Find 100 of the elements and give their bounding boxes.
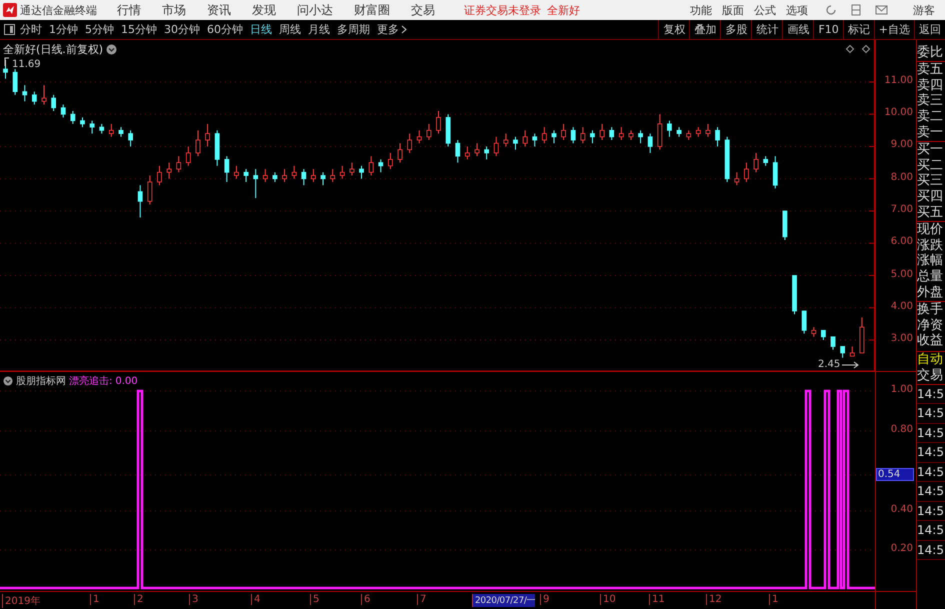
quote-label: 涨跌 <box>917 238 944 254</box>
candle <box>830 336 836 350</box>
period-tab[interactable]: 5分钟 <box>85 22 114 37</box>
mode-label[interactable]: 自动 <box>917 351 945 368</box>
quote-label: 换手 <box>917 302 944 318</box>
refresh-icon[interactable] <box>825 4 837 16</box>
candle <box>224 156 230 182</box>
trade-time: 14:5 <box>917 502 945 522</box>
trade-time: 14:5 <box>917 424 945 444</box>
quote-label: 卖一 <box>917 124 945 142</box>
candle <box>542 126 547 144</box>
indicator-axis-label: 0.40 <box>890 504 913 515</box>
menu-item[interactable]: 版面 <box>722 2 744 18</box>
candle <box>503 133 508 147</box>
candle <box>600 123 604 141</box>
dropdown-icon[interactable] <box>106 44 118 55</box>
candle <box>90 120 94 134</box>
period-tab[interactable]: 分时 <box>20 22 42 37</box>
candle <box>772 156 778 189</box>
trade-time: 14:5 <box>917 404 945 424</box>
quote-label: 净资 <box>917 318 944 334</box>
candle <box>513 136 518 150</box>
date-axis-label: 1 <box>90 594 100 605</box>
candle <box>51 94 56 112</box>
period-tab[interactable]: 60分钟 <box>207 22 243 37</box>
candle <box>407 133 412 154</box>
menu-item[interactable]: 发现 <box>252 2 276 18</box>
login-status: 证券交易未登录 <box>464 2 541 18</box>
candle <box>754 152 758 173</box>
mail-icon[interactable] <box>875 5 888 15</box>
price-axis-label: 10.00 <box>884 107 913 118</box>
candle <box>205 123 210 147</box>
candle <box>138 184 143 218</box>
candle <box>532 133 538 147</box>
candle <box>80 116 85 128</box>
candle <box>388 152 393 170</box>
date-axis-label: 6 <box>361 594 370 605</box>
menu-item[interactable]: 市场 <box>162 2 186 18</box>
quote-label: 外盘 <box>917 284 945 302</box>
price-axis-label: 11.00 <box>884 74 913 86</box>
date-axis-label: 1 <box>769 594 778 605</box>
candle <box>811 326 816 338</box>
panel-toggle-icon[interactable] <box>4 24 15 35</box>
menu-item[interactable]: 资讯 <box>207 2 231 18</box>
chart-title: 全新好(日线.前复权) <box>3 42 104 57</box>
period-tab[interactable]: 更多 <box>377 22 407 37</box>
period-tab[interactable]: 周线 <box>279 22 301 37</box>
candle <box>99 123 104 134</box>
period-tab[interactable]: 1分钟 <box>49 22 78 37</box>
app-title: 通达信金融终端 <box>20 2 97 18</box>
candle <box>744 162 749 182</box>
chevron-icon <box>401 25 407 34</box>
candle <box>32 91 37 106</box>
menu-item[interactable]: 问小达 <box>297 2 333 18</box>
candle <box>108 123 114 138</box>
menu-item[interactable]: 公式 <box>754 2 776 18</box>
price-axis-label: 6.00 <box>890 236 913 248</box>
candle <box>378 158 384 173</box>
candle <box>262 168 268 182</box>
price-axis-label: 8.00 <box>890 172 913 183</box>
menu-item[interactable]: 财富圈 <box>354 2 390 18</box>
candle <box>320 172 326 186</box>
indicator-axis-label: 1.00 <box>890 384 913 395</box>
quote-label: 涨幅 <box>917 253 944 270</box>
period-tab[interactable]: 日线 <box>250 22 272 37</box>
dropdown-icon[interactable] <box>3 376 13 386</box>
menu-item[interactable]: 交易 <box>411 2 435 18</box>
candle <box>715 126 720 147</box>
menu-item[interactable]: 功能 <box>690 2 712 18</box>
period-tab[interactable]: 多周期 <box>337 22 370 37</box>
candle <box>42 84 46 106</box>
period-tab[interactable]: 15分钟 <box>121 22 157 37</box>
quote-label: 买二 <box>917 158 944 174</box>
menu-item[interactable]: 选项 <box>786 2 808 18</box>
quote-label: 卖三 <box>917 93 944 109</box>
quote-label: 买四 <box>917 189 944 205</box>
candle <box>792 275 797 315</box>
candle <box>311 168 316 182</box>
candle <box>282 168 287 182</box>
candle <box>763 156 768 166</box>
price-axis-label: 4.00 <box>890 300 913 312</box>
indicator-value: 0.00 <box>115 376 138 386</box>
date-axis-label: 2020/07/27/一 <box>472 594 536 607</box>
user-label[interactable]: 游客 <box>913 2 935 18</box>
period-tab[interactable]: 30分钟 <box>164 22 200 37</box>
candle <box>196 130 200 157</box>
candle <box>350 162 354 176</box>
candle <box>561 123 566 141</box>
menu-item[interactable]: 行情 <box>117 2 141 18</box>
candle <box>3 59 8 80</box>
quote-label: 总量 <box>917 269 944 285</box>
candle <box>667 120 672 138</box>
candle <box>234 165 239 180</box>
candle <box>60 104 66 118</box>
period-tab[interactable]: 月线 <box>308 22 330 37</box>
candle <box>859 316 864 354</box>
candle <box>706 123 710 138</box>
candle <box>416 130 422 144</box>
trade-time: 14:5 <box>917 540 945 560</box>
candle <box>840 346 846 358</box>
